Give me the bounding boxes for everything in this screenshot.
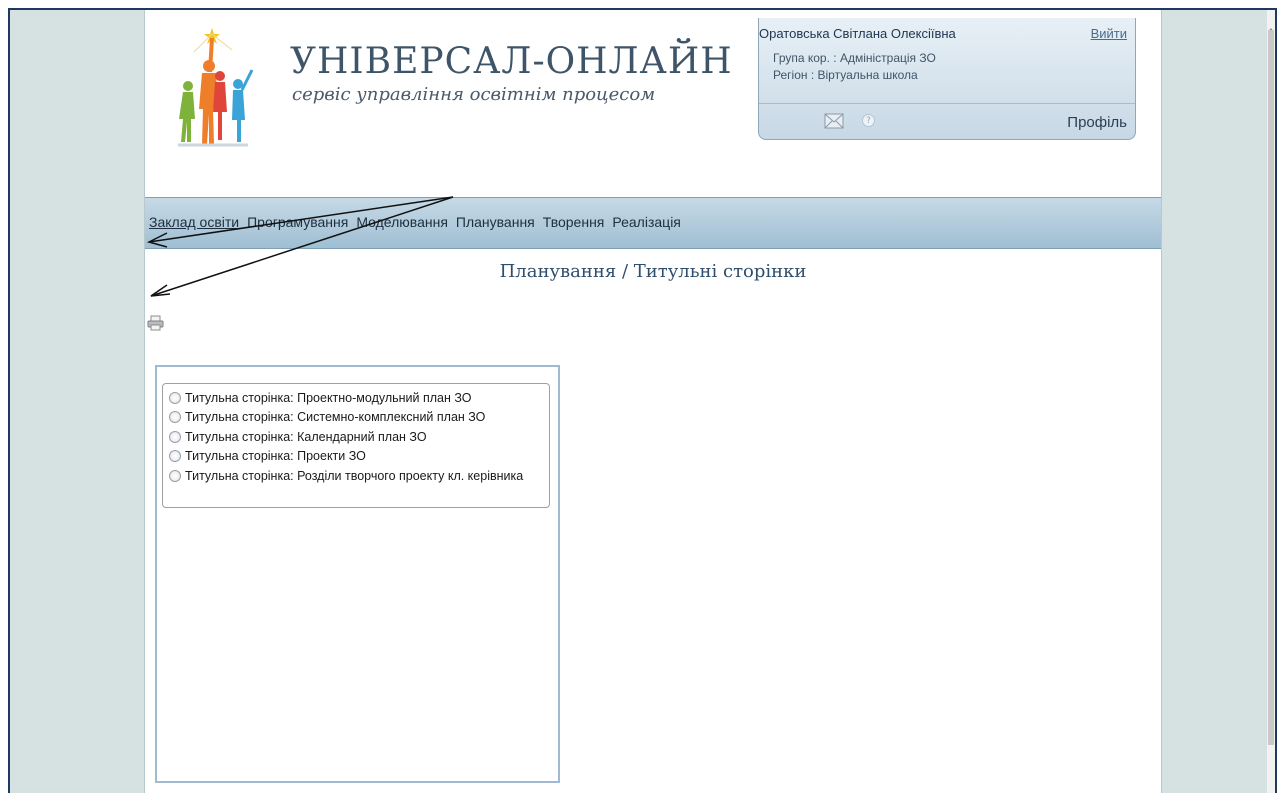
- printer-icon[interactable]: [147, 315, 165, 331]
- logo-subtitle: сервіс управління освітнім процесом: [292, 84, 656, 105]
- list-item[interactable]: Титульна сторінка: Розділи творчого прое…: [169, 466, 549, 486]
- nav-item-implementation[interactable]: Реалізація: [612, 214, 681, 230]
- panel-divider: [759, 103, 1135, 104]
- nav-item-modeling[interactable]: Моделювання: [356, 214, 448, 230]
- logo-title: УНІВЕРСАЛ-ОНЛАЙН: [290, 41, 733, 82]
- profile-link[interactable]: Профіль: [1067, 114, 1127, 131]
- family-logo-icon: [178, 28, 254, 147]
- list-item-label: Титульна сторінка: Календарний план ЗО: [185, 429, 427, 444]
- list-item[interactable]: Титульна сторінка: Календарний план ЗО: [169, 427, 549, 447]
- main-nav: Заклад освіти Програмування Моделювання …: [145, 197, 1161, 249]
- list-item-label: Титульна сторінка: Проекти ЗО: [185, 449, 366, 464]
- radio-button[interactable]: [169, 450, 181, 463]
- user-name: Оратовська Світлана Олексіївна: [759, 26, 956, 41]
- radio-button[interactable]: [169, 411, 181, 424]
- user-meta: Група кор. : Адміністрація ЗО Регіон : В…: [773, 50, 936, 84]
- radio-button[interactable]: [169, 391, 181, 404]
- list-item-label: Титульна сторінка: Системно-комплексний …: [185, 410, 486, 425]
- list-item[interactable]: Титульна сторінка: Системно-комплексний …: [169, 408, 549, 428]
- nav-item-creation[interactable]: Творення: [543, 214, 605, 230]
- page-content: УНІВЕРСАЛ-ОНЛАЙН сервіс управління освіт…: [145, 10, 1161, 793]
- list-item[interactable]: Титульна сторінка: Проектно-модульний пл…: [169, 388, 549, 408]
- title-pages-list: Титульна сторінка: Проектно-модульний пл…: [162, 383, 550, 508]
- browser-frame: УНІВЕРСАЛ-ОНЛАЙН сервіс управління освіт…: [8, 8, 1277, 793]
- help-icon[interactable]: ?: [862, 114, 875, 127]
- user-panel: Оратовська Світлана Олексіївна Вийти Гру…: [758, 18, 1136, 140]
- radio-button[interactable]: [169, 469, 181, 482]
- nav-items: Заклад освіти Програмування Моделювання …: [149, 214, 681, 230]
- radio-button[interactable]: [169, 430, 181, 443]
- mail-icon[interactable]: [824, 113, 844, 129]
- list-item-label: Титульна сторінка: Розділи творчого прое…: [185, 468, 524, 483]
- vertical-scrollbar[interactable]: [1267, 10, 1275, 793]
- list-item-label: Титульна сторінка: Проектно-модульний пл…: [185, 390, 472, 405]
- user-group: Група кор. : Адміністрація ЗО: [773, 51, 936, 65]
- title-pages-panel: Титульна сторінка: Проектно-модульний пл…: [155, 365, 560, 783]
- nav-item-planning[interactable]: Планування: [456, 214, 535, 230]
- logout-link[interactable]: Вийти: [1091, 26, 1127, 41]
- list-item[interactable]: Титульна сторінка: Проекти ЗО: [169, 447, 549, 467]
- page-title: Планування / Титульні сторінки: [499, 261, 807, 282]
- scrollbar-thumb[interactable]: [1268, 30, 1274, 745]
- nav-item-programming[interactable]: Програмування: [247, 214, 348, 230]
- nav-item-education-institution[interactable]: Заклад освіти: [149, 214, 239, 230]
- user-region: Регіон : Віртуальна школа: [773, 68, 918, 82]
